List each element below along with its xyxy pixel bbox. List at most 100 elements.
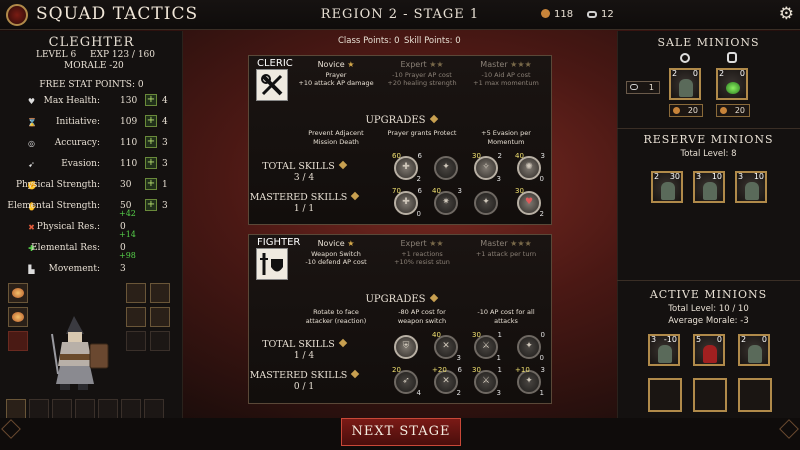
fighter-class-icon bbox=[256, 248, 288, 280]
inventory-slot-empty[interactable] bbox=[121, 399, 141, 419]
equipment-slot-potion[interactable] bbox=[8, 307, 28, 327]
reroll-cost[interactable]: 1 bbox=[626, 81, 660, 94]
active-minion-card[interactable]: 50 bbox=[693, 334, 725, 366]
equipment-slot-empty[interactable] bbox=[126, 331, 146, 351]
upgrade-option[interactable]: -80 AP cost for weapon switch bbox=[377, 308, 467, 326]
equipment-slot-empty[interactable] bbox=[150, 331, 170, 351]
add-accuracy-button[interactable]: + bbox=[145, 136, 157, 148]
skill-icon[interactable]: ⚔ 30 1 1 bbox=[472, 331, 502, 362]
diamond-icon bbox=[429, 114, 438, 124]
skill-icon[interactable]: ✦ bbox=[474, 191, 498, 215]
chain-icon bbox=[630, 84, 638, 90]
equipment-slot-potion[interactable] bbox=[8, 283, 28, 303]
active-minion-card[interactable]: 3 -10 bbox=[648, 334, 680, 366]
divider bbox=[617, 280, 800, 281]
mastered-skills-label: MASTERED SKILLS 1 / 1 bbox=[249, 191, 360, 214]
upgrade-option[interactable]: +5 Evasion per Momentum bbox=[461, 129, 551, 147]
minion-portrait bbox=[658, 345, 672, 363]
sale-price[interactable]: 20 bbox=[716, 104, 750, 117]
skill-icon[interactable]: ✺ 40 3 0 bbox=[515, 152, 545, 183]
active-minion-empty-slot[interactable] bbox=[648, 378, 682, 412]
inventory-slot-item[interactable] bbox=[6, 399, 26, 419]
sale-price[interactable]: 20 bbox=[669, 104, 703, 117]
upgrades-title: UPGRADES bbox=[249, 114, 553, 126]
skill-icon[interactable]: ⛨ bbox=[394, 335, 418, 359]
tier-novice: Novice ★ Prayer +10 attack AP damage bbox=[298, 60, 374, 87]
inventory-slot-empty[interactable] bbox=[52, 399, 72, 419]
stat-movement: ▙ Movement: 3 bbox=[28, 264, 126, 274]
upgrade-option[interactable]: Prevent Adjacent Mission Death bbox=[291, 129, 381, 147]
upgrade-option[interactable]: Rotate to face attacker (reaction) bbox=[291, 308, 381, 326]
skill-icon[interactable]: ⚔ 30 1 3 bbox=[472, 366, 502, 397]
upgrade-option[interactable]: Prayer grants Protect bbox=[377, 129, 467, 138]
hero-portrait bbox=[51, 316, 109, 390]
skill-icon[interactable]: ✦ 0 0 bbox=[517, 331, 545, 362]
equipment-slot-weapon[interactable] bbox=[126, 307, 146, 327]
add-elemental-strength-button[interactable]: + bbox=[145, 199, 157, 211]
active-minion-card[interactable]: 20 bbox=[738, 334, 770, 366]
stat-initiative: ⌛ Initiative: 109 + 4 bbox=[27, 115, 168, 127]
fighter-class-card: FIGHTER Novice ★ Weapon Switch -10 defend… bbox=[248, 234, 552, 404]
skill-icon[interactable]: ✦ +10 3 1 bbox=[515, 366, 545, 397]
next-stage-button[interactable]: NEXT STAGE bbox=[341, 418, 461, 446]
add-max-health-button[interactable]: + bbox=[145, 94, 157, 106]
equipment-slot-armor[interactable] bbox=[126, 283, 146, 303]
add-initiative-button[interactable]: + bbox=[145, 115, 157, 127]
skill-icon[interactable]: ✕ +20 6 2 bbox=[432, 366, 462, 397]
physical-res-bonus: +14 bbox=[119, 230, 136, 239]
skill-icon[interactable]: ♥ 30 2 bbox=[515, 187, 544, 218]
region-stage-title: REGION 2 - STAGE 1 bbox=[320, 7, 480, 22]
reserve-minion-card[interactable]: 3 10 bbox=[693, 171, 725, 203]
sale-minion-card[interactable]: 20 bbox=[669, 68, 701, 100]
active-total-level: Total Level: 10 / 10 bbox=[668, 304, 749, 314]
character-panel: CLEGHTER LEVEL 6 EXP 123 / 160 MORALE -2… bbox=[0, 31, 183, 442]
equipment-slot-shield[interactable] bbox=[150, 307, 170, 327]
inventory-slot-empty[interactable] bbox=[98, 399, 118, 419]
skill-icon[interactable]: ✕ 40 3 bbox=[432, 331, 461, 362]
minion-portrait bbox=[661, 182, 675, 200]
reserve-minion-card[interactable]: 2 30 bbox=[651, 171, 683, 203]
active-average-morale: Average Morale: -3 bbox=[668, 316, 749, 326]
character-name: CLEGHTER bbox=[48, 35, 135, 50]
skill-icon[interactable]: ➶ 20 4 bbox=[392, 366, 421, 397]
inventory-slot-empty[interactable] bbox=[144, 399, 164, 419]
upgrade-option[interactable]: -10 AP cost for all attacks bbox=[461, 308, 551, 326]
cleric-class-card: CLERIC Novice ★ Prayer +10 attack AP dama… bbox=[248, 55, 552, 225]
inventory-slot-item[interactable] bbox=[29, 399, 49, 419]
add-evasion-button[interactable]: + bbox=[145, 157, 157, 169]
gold-counter: 118 bbox=[541, 9, 573, 20]
skill-icon[interactable]: ✧ 30 2 3 bbox=[472, 152, 502, 183]
character-level: LEVEL 6 bbox=[36, 50, 77, 60]
stat-evasion: ➹ Evasion: 110 + 3 bbox=[28, 157, 168, 169]
active-minions-title: ACTIVE MINIONS bbox=[649, 288, 768, 301]
minion-portrait bbox=[726, 82, 740, 94]
lock-icon[interactable] bbox=[727, 52, 737, 63]
minion-portrait bbox=[703, 182, 717, 200]
skill-icon[interactable]: ✚ 60 6 2 bbox=[392, 152, 422, 183]
boot-icon: ▙ bbox=[28, 265, 35, 274]
cleric-class-icon bbox=[256, 69, 288, 101]
inventory-slot-empty[interactable] bbox=[75, 399, 95, 419]
sale-minions-title: SALE MINIONS bbox=[657, 36, 760, 49]
skill-icon[interactable]: ✦ bbox=[434, 156, 458, 180]
stat-elemental-res: ✚ Elemental Res: 0 +98 bbox=[28, 243, 136, 260]
refresh-icon[interactable] bbox=[680, 53, 690, 63]
skill-icon[interactable]: ✚ 70 6 0 bbox=[392, 187, 422, 218]
active-minion-empty-slot[interactable] bbox=[693, 378, 727, 412]
chain-counter: 12 bbox=[587, 9, 614, 20]
total-skills-label: TOTAL SKILLS 3 / 4 bbox=[249, 160, 359, 183]
hourglass-icon: ⌛ bbox=[27, 118, 37, 127]
upgrades-title: UPGRADES bbox=[249, 293, 553, 305]
equipment-slot-weapon[interactable] bbox=[150, 283, 170, 303]
diamond-icon bbox=[338, 160, 348, 170]
reserve-minion-card[interactable]: 3 10 bbox=[735, 171, 767, 203]
equipment-slot-empty[interactable] bbox=[8, 331, 28, 351]
add-physical-strength-button[interactable]: + bbox=[145, 178, 157, 190]
gear-icon[interactable]: ⚙ bbox=[779, 4, 794, 24]
active-minion-empty-slot[interactable] bbox=[738, 378, 772, 412]
character-exp: EXP 123 / 160 bbox=[90, 50, 156, 60]
total-skills-label: TOTAL SKILLS 1 / 4 bbox=[249, 338, 359, 361]
physical-res-icon: ✖ bbox=[28, 223, 35, 232]
skill-icon[interactable]: ✷ 40 3 bbox=[432, 187, 462, 215]
sale-minion-card[interactable]: 20 bbox=[716, 68, 748, 100]
